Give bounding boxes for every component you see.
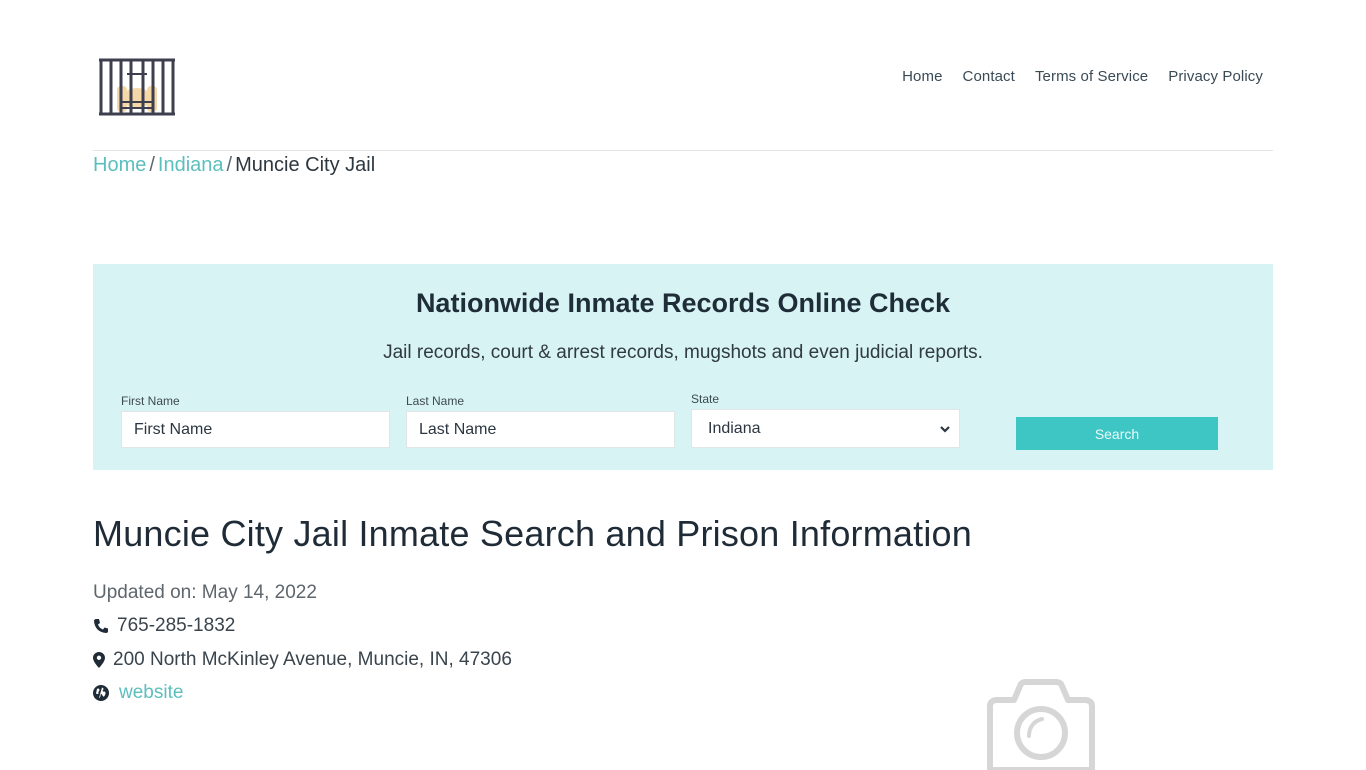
- phone-icon: [94, 619, 108, 634]
- chevron-down-icon: [940, 425, 950, 433]
- panel-title: Nationwide Inmate Records Online Check: [415, 288, 951, 318]
- nav-terms-of-service[interactable]: Terms of Service: [1035, 68, 1148, 85]
- panel-subtitle: Jail records, court & arrest records, mu…: [383, 342, 983, 363]
- first-name-input[interactable]: [121, 411, 390, 448]
- breadcrumb-indiana[interactable]: Indiana: [158, 154, 224, 176]
- search-button[interactable]: Search: [1016, 417, 1218, 450]
- last-name-label: Last Name: [406, 394, 465, 408]
- nav-home[interactable]: Home: [902, 68, 942, 85]
- nav-privacy-policy[interactable]: Privacy Policy: [1168, 68, 1263, 85]
- globe-icon: [93, 685, 109, 702]
- jail-bars-logo-icon[interactable]: [97, 56, 177, 118]
- address: 200 North McKinley Avenue, Muncie, IN, 4…: [113, 648, 512, 670]
- map-marker-icon: [93, 651, 105, 668]
- breadcrumb-home[interactable]: Home: [93, 154, 146, 176]
- address-row: 200 North McKinley Avenue, Muncie, IN, 4…: [93, 643, 1273, 677]
- breadcrumb-current: Muncie City Jail: [235, 154, 376, 176]
- state-select[interactable]: Indiana: [691, 409, 960, 448]
- phone-number: 765-285-1832: [117, 615, 236, 637]
- updated-date: Updated on: May 14, 2022: [93, 581, 317, 603]
- breadcrumb: Home / Indiana / Muncie City Jail: [93, 154, 1273, 177]
- breadcrumb-separator: /: [149, 154, 155, 176]
- state-label: State: [691, 392, 720, 406]
- main-nav: Home Contact Terms of Service Privacy Po…: [882, 68, 1263, 85]
- updated-row: Updated on: May 14, 2022: [93, 576, 1273, 610]
- website-link[interactable]: website: [119, 682, 183, 704]
- state-selected-value: Indiana: [708, 419, 761, 437]
- last-name-input[interactable]: [406, 411, 675, 448]
- last-name-group: Last Name: [406, 394, 675, 448]
- site-header: Home Contact Terms of Service Privacy Po…: [93, 0, 1273, 151]
- page-title: Muncie City Jail Inmate Search and Priso…: [93, 513, 972, 554]
- first-name-label: First Name: [121, 394, 180, 408]
- state-group: State Indiana: [691, 392, 960, 448]
- breadcrumb-separator: /: [226, 154, 233, 176]
- inmate-search-panel: Nationwide Inmate Records Online Check J…: [93, 264, 1273, 470]
- camera-icon: [987, 679, 1095, 770]
- nav-contact[interactable]: Contact: [963, 68, 1015, 85]
- phone-row: 765-285-1832: [93, 610, 1273, 644]
- first-name-group: First Name: [121, 394, 390, 448]
